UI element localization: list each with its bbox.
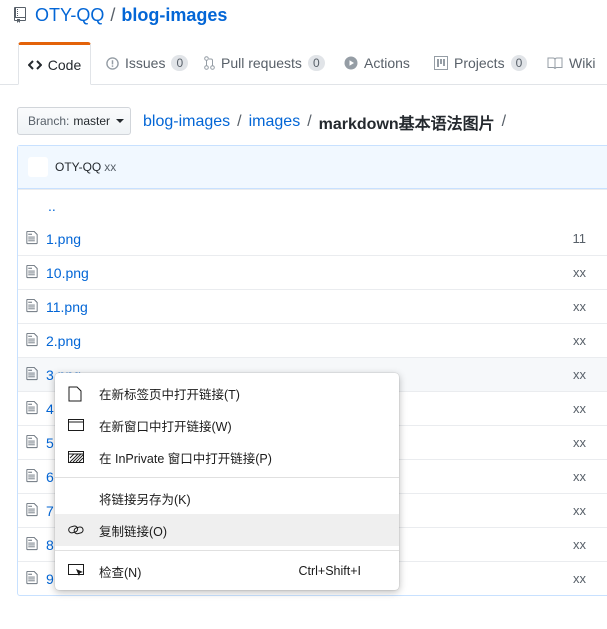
play-icon [344, 56, 358, 70]
file-row[interactable]: 10.png xx [18, 255, 607, 289]
menu-item-label: 复制链接(O) [99, 524, 168, 539]
file-commit-message[interactable]: xx [573, 299, 586, 314]
file-icon [26, 264, 38, 279]
menu-item-open-new-window[interactable]: 在新窗口中打开链接(W) [55, 409, 399, 441]
menu-item-label: 将链接另存为(K) [99, 492, 191, 507]
inspect-icon [68, 564, 86, 578]
breadcrumb: blog-images / images / markdown基本语法图片 / [143, 110, 513, 134]
book-icon [547, 57, 563, 70]
breadcrumb-repo-link[interactable]: blog-images [143, 113, 230, 131]
latest-commit-bar: OTY-QQ xx [18, 146, 607, 189]
menu-item-inspect[interactable]: 检查(N) Ctrl+Shift+I [55, 555, 399, 587]
link-icon [68, 523, 84, 537]
file-commit-message[interactable]: xx [573, 401, 586, 416]
repo-separator: / [110, 4, 116, 25]
commit-message[interactable]: xx [104, 160, 116, 174]
menu-item-copy-link[interactable]: 复制链接(O) [55, 514, 399, 546]
menu-separator [55, 477, 399, 478]
menu-separator [55, 550, 399, 551]
tab-code-label: Code [47, 56, 82, 73]
breadcrumb-images-link[interactable]: images [249, 113, 301, 131]
branch-select-button[interactable]: Branch: master [17, 107, 131, 135]
branch-prefix: Branch: [28, 114, 70, 128]
file-icon [26, 434, 38, 449]
repo-owner-link[interactable]: OTY-QQ [35, 5, 104, 26]
repo-icon [14, 7, 28, 23]
file-commit-message[interactable]: xx [573, 503, 586, 518]
file-name-link[interactable]: 10.png [46, 265, 89, 281]
file-icon [26, 502, 38, 517]
file-icon [26, 570, 38, 585]
file-commit-message[interactable]: xx [573, 571, 586, 586]
tab-code[interactable]: Code [18, 42, 91, 85]
file-commit-message[interactable]: xx [573, 367, 586, 382]
code-icon [27, 58, 42, 72]
file-row[interactable]: 1.png 11 [18, 222, 607, 255]
context-menu: 在新标签页中打开链接(T) 在新窗口中打开链接(W) 在 InPrivate 窗… [55, 373, 399, 590]
branch-name: master [73, 114, 111, 128]
tab-projects[interactable]: Projects 0 [434, 42, 528, 84]
project-icon [434, 56, 448, 70]
tab-projects-label: Projects [454, 55, 505, 71]
file-icon [26, 400, 38, 415]
file-commit-message[interactable]: xx [573, 537, 586, 552]
menu-item-open-inprivate[interactable]: 在 InPrivate 窗口中打开链接(P) [55, 441, 399, 473]
breadcrumb-separator: / [307, 113, 312, 130]
menu-item-label: 在 InPrivate 窗口中打开链接(P) [99, 451, 272, 466]
menu-item-label: 检查(N) [99, 565, 142, 580]
caret-down-icon [116, 119, 125, 123]
issues-count-badge: 0 [171, 55, 189, 71]
file-name-link[interactable]: 1.png [46, 231, 81, 247]
file-commit-message[interactable]: xx [573, 333, 586, 348]
tab-issues-label: Issues [125, 55, 166, 71]
new-tab-icon [68, 386, 82, 402]
menu-item-save-link-as[interactable]: 将链接另存为(K) [55, 482, 399, 514]
file-icon [26, 468, 38, 483]
updir-link[interactable]: .. [48, 198, 56, 214]
repo-name-link[interactable]: blog-images [121, 5, 227, 26]
breadcrumb-current-folder: markdown基本语法图片 [318, 116, 495, 133]
menu-item-label: 在新标签页中打开链接(T) [99, 387, 240, 402]
new-window-icon [68, 418, 84, 432]
tab-actions[interactable]: Actions [344, 42, 410, 84]
file-name-link[interactable]: 11.png [46, 299, 88, 315]
file-commit-message[interactable]: xx [573, 469, 586, 484]
file-icon [26, 366, 38, 381]
breadcrumb-separator: / [501, 113, 507, 130]
updir-row[interactable]: .. [18, 189, 607, 222]
file-icon [26, 298, 38, 313]
tab-wiki[interactable]: Wiki [547, 42, 595, 84]
pull-requests-count-badge: 0 [307, 55, 325, 71]
menu-item-shortcut: Ctrl+Shift+I [298, 564, 361, 578]
file-commit-message[interactable]: 11 [573, 231, 587, 246]
file-commit-message[interactable]: xx [573, 435, 586, 450]
menu-item-label: 在新窗口中打开链接(W) [99, 419, 232, 434]
file-icon [26, 332, 38, 347]
commit-author-link[interactable]: OTY-QQ [55, 160, 101, 174]
file-icon [26, 536, 38, 551]
tab-wiki-label: Wiki [569, 55, 596, 71]
file-name-link[interactable]: 2.png [46, 333, 81, 349]
inprivate-window-icon [68, 450, 84, 464]
breadcrumb-separator: / [237, 113, 242, 130]
repo-nav-tabs: Code Issues 0 Pull requests 0 Actions Pr… [0, 42, 607, 85]
menu-item-open-new-tab[interactable]: 在新标签页中打开链接(T) [55, 377, 399, 409]
file-icon [26, 230, 38, 245]
file-row[interactable]: 2.png xx [18, 323, 607, 357]
file-row[interactable]: 11.png xx [18, 289, 607, 323]
avatar [28, 157, 48, 177]
issue-icon [106, 56, 119, 70]
tab-pull-requests-label: Pull requests [221, 55, 302, 71]
projects-count-badge: 0 [510, 55, 528, 71]
repo-header: OTY-QQ / blog-images [14, 2, 227, 28]
file-commit-message[interactable]: xx [573, 265, 586, 280]
tab-actions-label: Actions [364, 55, 410, 71]
tab-issues[interactable]: Issues 0 [106, 42, 189, 84]
tab-pull-requests[interactable]: Pull requests 0 [204, 42, 325, 84]
pull-request-icon [204, 56, 215, 70]
